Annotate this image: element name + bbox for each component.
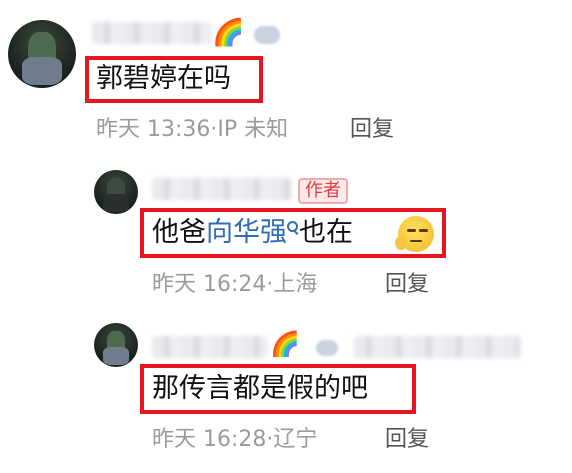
avatar[interactable] — [94, 170, 138, 214]
cloud-icon — [316, 340, 338, 356]
username-blurred[interactable] — [152, 178, 292, 200]
comment-time: 昨天 13:36 — [96, 117, 211, 142]
search-icon[interactable] — [287, 221, 299, 233]
comment-location: 辽宁 — [273, 427, 318, 452]
username-blurred[interactable] — [152, 336, 268, 358]
avatar[interactable] — [8, 20, 76, 88]
reply-button[interactable]: 回复 — [385, 429, 429, 451]
cloud-icon — [254, 26, 280, 44]
comment-text: 那传言都是假的吧 — [152, 373, 368, 404]
rainbow-icon: 🌈 — [212, 18, 245, 48]
rainbow-icon: 🌈 — [270, 330, 300, 358]
reply-button[interactable]: 回复 — [385, 274, 429, 296]
avatar[interactable] — [94, 323, 138, 367]
comment-time: 昨天 16:24 — [152, 272, 267, 297]
reply-button[interactable]: 回复 — [350, 119, 394, 141]
comment-time: 昨天 16:28 — [152, 427, 267, 452]
username-blurred[interactable] — [92, 22, 212, 44]
comment-text: 郭碧婷在吗 — [96, 63, 231, 94]
mention-link[interactable]: 向华强 — [206, 217, 287, 248]
author-badge: 作者 — [298, 178, 348, 204]
comment-location: IP 未知 — [217, 117, 289, 142]
comment-text: 他爸向华强 也在 — [152, 219, 353, 246]
comment-location: 上海 — [273, 272, 318, 297]
comment-text-suffix: 也在 — [299, 217, 353, 248]
comment-text-prefix: 他爸 — [152, 217, 206, 248]
smirk-emoji-icon — [395, 216, 434, 252]
comment-meta: 昨天 16:24·上海 — [152, 272, 318, 297]
username-blurred[interactable] — [354, 336, 520, 358]
comment-meta: 昨天 13:36·IP 未知 — [96, 117, 289, 142]
comment-meta: 昨天 16:28·辽宁 — [152, 427, 318, 452]
